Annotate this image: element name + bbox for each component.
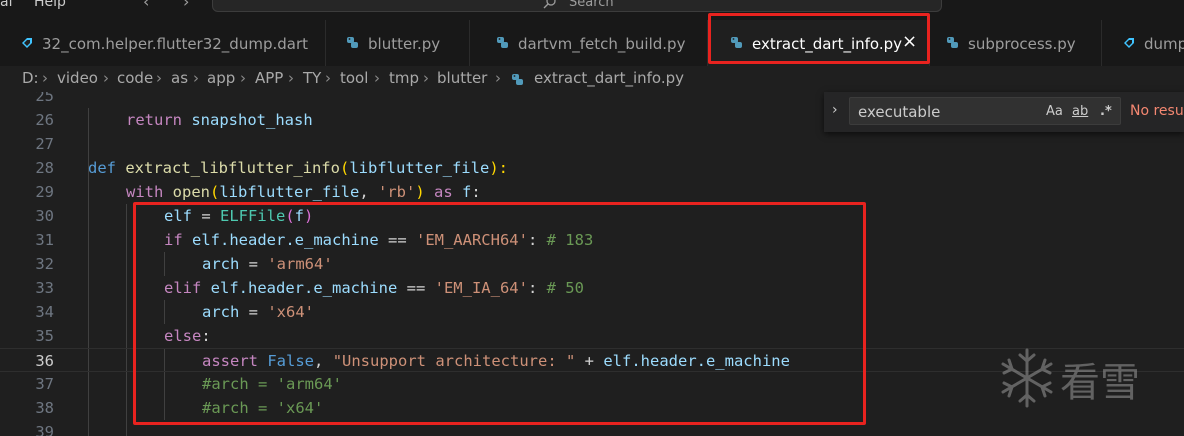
tab-label: dartvm_fetch_build.py [518, 35, 686, 53]
code-line: 27 [0, 132, 1184, 156]
chevron-right-icon: › [288, 69, 294, 87]
search-placeholder: Search [569, 0, 614, 10]
dart-icon [1124, 38, 1134, 48]
tab-label: subprocess.py [968, 35, 1076, 53]
tab-dump[interactable]: dump [1102, 20, 1184, 66]
line-number: 34 [35, 303, 54, 321]
snowflake-icon [1001, 348, 1053, 408]
line-number: 37 [35, 375, 54, 393]
breadcrumb-item[interactable]: tmp [389, 69, 419, 87]
line-number: 32 [35, 255, 54, 273]
line-number: 35 [35, 327, 54, 345]
chevron-right-icon: › [240, 69, 246, 87]
breadcrumb-item[interactable]: code [117, 69, 153, 87]
toggle-replace-icon[interactable]: › [832, 102, 838, 118]
code-text: with open(libflutter_file, 'rb') as f: [126, 183, 481, 201]
chevron-right-icon: › [42, 69, 48, 87]
menu-item-partial[interactable]: al [0, 0, 12, 10]
code-text: return snapshot_hash [126, 111, 313, 129]
menu-item-help[interactable]: Help [34, 0, 66, 10]
python-icon [497, 37, 508, 48]
forward-arrow-icon[interactable]: › [183, 0, 189, 11]
breadcrumb-item[interactable]: app [207, 69, 235, 87]
code-line: 28 def extract_libflutter_info(libflutte… [0, 156, 1184, 180]
line-number: 29 [35, 183, 54, 201]
whole-word-toggle[interactable]: ab [1072, 104, 1088, 119]
tab-label: dump [1144, 35, 1184, 53]
chevron-right-icon: › [495, 69, 501, 87]
python-icon [947, 37, 958, 48]
watermark: 看雪 [994, 344, 1164, 414]
find-result-status: No results [1130, 103, 1184, 119]
line-number: 33 [35, 279, 54, 297]
title-bar: al Help ‹ › Search [0, 0, 1184, 20]
regex-toggle[interactable]: .* [1100, 104, 1112, 119]
find-input[interactable]: executable Aa ab .* [849, 97, 1121, 125]
editor-tab-bar: 32_com.helper.flutter32_dump.dart blutte… [0, 20, 1184, 66]
dart-icon [22, 38, 32, 48]
match-case-toggle[interactable]: Aa [1046, 104, 1063, 119]
tab-blutter[interactable]: blutter.py [326, 20, 470, 66]
python-icon [512, 74, 523, 85]
chevron-right-icon: › [193, 69, 199, 87]
breadcrumb-file[interactable]: extract_dart_info.py [534, 69, 684, 87]
chevron-right-icon: › [156, 69, 162, 87]
code-line: 29 with open(libflutter_file, 'rb') as f… [0, 180, 1184, 204]
chevron-right-icon: › [103, 69, 109, 87]
breadcrumb-item[interactable]: blutter [437, 69, 487, 87]
back-arrow-icon[interactable]: ‹ [143, 0, 149, 11]
breadcrumb-item[interactable]: TY [303, 69, 321, 87]
line-number: 38 [35, 399, 54, 417]
chevron-right-icon: › [374, 69, 380, 87]
line-number: 26 [35, 111, 54, 129]
search-icon [543, 0, 556, 9]
line-number: 31 [35, 231, 54, 249]
find-widget: › executable Aa ab .* No results [824, 92, 1184, 132]
line-number: 27 [35, 135, 54, 153]
command-search-box[interactable]: Search [212, 0, 942, 12]
breadcrumb-item[interactable]: D: [22, 69, 39, 87]
tab-flutter32-dump[interactable]: 32_com.helper.flutter32_dump.dart [0, 20, 326, 66]
find-input-value: executable [858, 103, 941, 121]
tab-subprocess[interactable]: subprocess.py [930, 20, 1102, 66]
tab-label: 32_com.helper.flutter32_dump.dart [42, 35, 308, 53]
tab-label: blutter.py [368, 35, 441, 53]
line-number: 30 [35, 207, 54, 225]
tab-dartvm-fetch-build[interactable]: dartvm_fetch_build.py [470, 20, 708, 66]
line-number: 39 [35, 423, 54, 436]
python-icon [347, 37, 358, 48]
highlight-box-tab [708, 13, 930, 64]
highlight-box-code [133, 202, 866, 425]
chevron-right-icon: › [423, 69, 429, 87]
breadcrumb-item[interactable]: tool [340, 69, 368, 87]
breadcrumb-item[interactable]: video [57, 69, 98, 87]
chevron-right-icon: › [325, 69, 331, 87]
breadcrumb-item[interactable]: as [171, 69, 188, 87]
breadcrumb: D: › video › code › as › app › APP › TY … [0, 66, 1184, 92]
code-text: def extract_libflutter_info(libflutter_f… [88, 159, 508, 177]
line-number: 28 [35, 159, 54, 177]
breadcrumb-item[interactable]: APP [255, 69, 283, 87]
line-number: 36 [35, 352, 54, 370]
line-number: 25 [35, 92, 54, 105]
watermark-text: 看雪 [1060, 360, 1140, 406]
